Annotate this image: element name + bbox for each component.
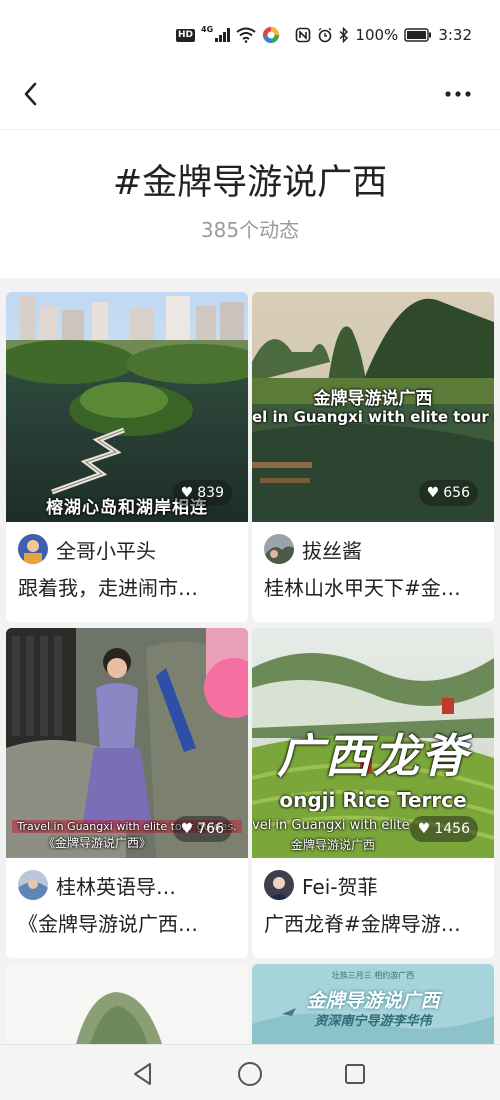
hd-badge: HD: [176, 28, 196, 42]
nav-recents-button[interactable]: [340, 1059, 370, 1089]
post-cover-image: 壮族三月三 相约游广西 金牌导游说广西 资深南宁导游李华伟: [252, 964, 494, 1044]
more-horizontal-icon: [445, 91, 471, 97]
post-cover-image: Travel in Guangxi with elite tour guides…: [6, 628, 248, 858]
author-name: 桂林英语导…: [56, 874, 176, 899]
topic-title: #金牌导游说广西: [112, 163, 388, 203]
network-type: 4G: [201, 24, 214, 34]
post-card[interactable]: Travel in Guangxi with elite tour guides…: [6, 628, 248, 958]
author-row[interactable]: 全哥小平头: [18, 532, 156, 566]
like-count[interactable]: ♥ 766: [172, 816, 232, 842]
signal-icon: [215, 28, 231, 42]
system-navigation-bar: [0, 1044, 500, 1100]
avatar[interactable]: [18, 534, 48, 564]
topic-header: #金牌导游说广西 385个动态: [0, 130, 500, 290]
heart-icon: ♥: [180, 821, 194, 837]
app-colorful-icon: [262, 26, 280, 44]
author-row[interactable]: 桂林英语导…: [18, 868, 176, 902]
status-left-icons: HD 4G: [176, 24, 280, 44]
circle-home-icon: [238, 1062, 262, 1086]
wifi-icon: [236, 27, 256, 43]
avatar[interactable]: [264, 534, 294, 564]
cover-english-title: ongji Rice Terrce: [279, 788, 467, 812]
post-cover-image: 广西龙脊 ongji Rice Terrce vel in Guangxi wi…: [252, 628, 494, 858]
author-row[interactable]: 拔丝酱: [264, 532, 362, 566]
like-count[interactable]: ♥ 1456: [409, 816, 478, 842]
post-card[interactable]: 壮族三月三 相约游广西 金牌导游说广西 资深南宁导游李华伟: [252, 964, 494, 1044]
avatar[interactable]: [264, 870, 294, 900]
post-description: 跟着我，走进闹市…: [18, 576, 198, 600]
post-cover-image: [6, 964, 248, 1044]
battery-percent: 100%: [355, 26, 399, 44]
cover-title: 金牌导游说广西: [313, 389, 433, 409]
cover-top-text: 壮族三月三 相约游广西: [331, 971, 415, 980]
post-card[interactable]: [6, 964, 248, 1044]
avatar[interactable]: [18, 870, 48, 900]
like-count[interactable]: ♥ 839: [172, 480, 232, 506]
heart-icon: ♥: [180, 485, 194, 501]
post-card[interactable]: 金牌导游说广西 el in Guangxi with elite tour gu…: [252, 292, 494, 622]
post-card[interactable]: 榕湖心岛和湖岸相连 ♥ 839 全哥小平头 跟着我，走进闹市…: [6, 292, 248, 622]
author-name: Fei-贺菲: [302, 874, 378, 899]
battery-icon: [404, 28, 432, 42]
author-name: 全哥小平头: [56, 538, 156, 563]
clock-time: 3:32: [438, 26, 472, 44]
more-options-button[interactable]: [438, 76, 478, 112]
post-cover-image: 金牌导游说广西 el in Guangxi with elite tour gu…: [252, 292, 494, 522]
cover-title: 金牌导游说广西: [306, 990, 440, 1012]
post-description: 桂林山水甲天下#金…: [264, 576, 461, 600]
heart-icon: ♥: [417, 821, 431, 837]
post-cover-image: 榕湖心岛和湖岸相连 ♥ 839: [6, 292, 248, 522]
like-count[interactable]: ♥ 656: [418, 480, 478, 506]
triangle-back-icon: [134, 1063, 151, 1085]
author-name: 拔丝酱: [302, 538, 362, 563]
post-description: 《金牌导游说广西…: [18, 912, 198, 936]
cover-subtitle: 资深南宁导游李华伟: [314, 1014, 432, 1029]
status-right-icons: 100% 3:32: [295, 26, 472, 44]
cover-big-title: 广西龙脊: [277, 729, 469, 783]
nav-back-button[interactable]: [128, 1059, 158, 1089]
cover-subtitle: el in Guangxi with elite tour gu: [252, 408, 494, 426]
post-card[interactable]: 广西龙脊 ongji Rice Terrce vel in Guangxi wi…: [252, 628, 494, 958]
post-description: 广西龙脊#金牌导游…: [264, 912, 461, 936]
chevron-left-icon: [24, 82, 37, 106]
bluetooth-icon: [339, 27, 349, 43]
alarm-icon: [319, 27, 332, 43]
nfc-icon: [296, 27, 311, 43]
heart-icon: ♥: [426, 485, 440, 501]
top-app-bar: [0, 56, 500, 130]
back-button[interactable]: [14, 76, 50, 112]
topic-post-count: 385个动态: [200, 218, 300, 242]
square-recents-icon: [345, 1064, 365, 1084]
author-row[interactable]: Fei-贺菲: [264, 868, 378, 902]
nav-home-button[interactable]: [235, 1059, 265, 1089]
